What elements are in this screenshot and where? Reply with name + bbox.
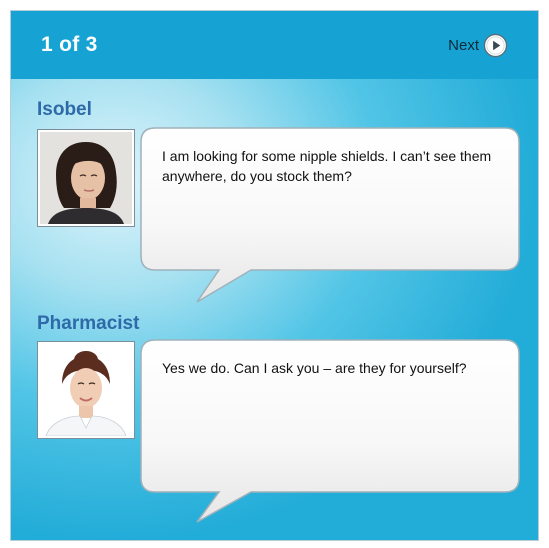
message-text-isobel: I am looking for some nipple shields. I …: [162, 148, 492, 184]
page-counter: 1 of 3: [41, 33, 98, 56]
next-button[interactable]: Next: [448, 33, 508, 58]
dialogue-panel: 1 of 3 Next Isobel I am looking for some…: [10, 10, 539, 541]
speech-bubble-pharmacist: Yes we do. Can I ask you – are they for …: [139, 338, 523, 530]
speaker-name-isobel: Isobel: [37, 99, 92, 120]
speech-bubble-isobel: I am looking for some nipple shields. I …: [139, 126, 523, 318]
message-text-pharmacist: Yes we do. Can I ask you – are they for …: [162, 360, 467, 376]
speaker-name-pharmacist: Pharmacist: [37, 313, 140, 334]
play-circle-icon: [483, 33, 508, 58]
avatar-pharmacist: [37, 341, 135, 439]
avatar-isobel: [37, 129, 135, 227]
next-label: Next: [448, 37, 479, 54]
header-bar: 1 of 3 Next: [11, 11, 538, 79]
